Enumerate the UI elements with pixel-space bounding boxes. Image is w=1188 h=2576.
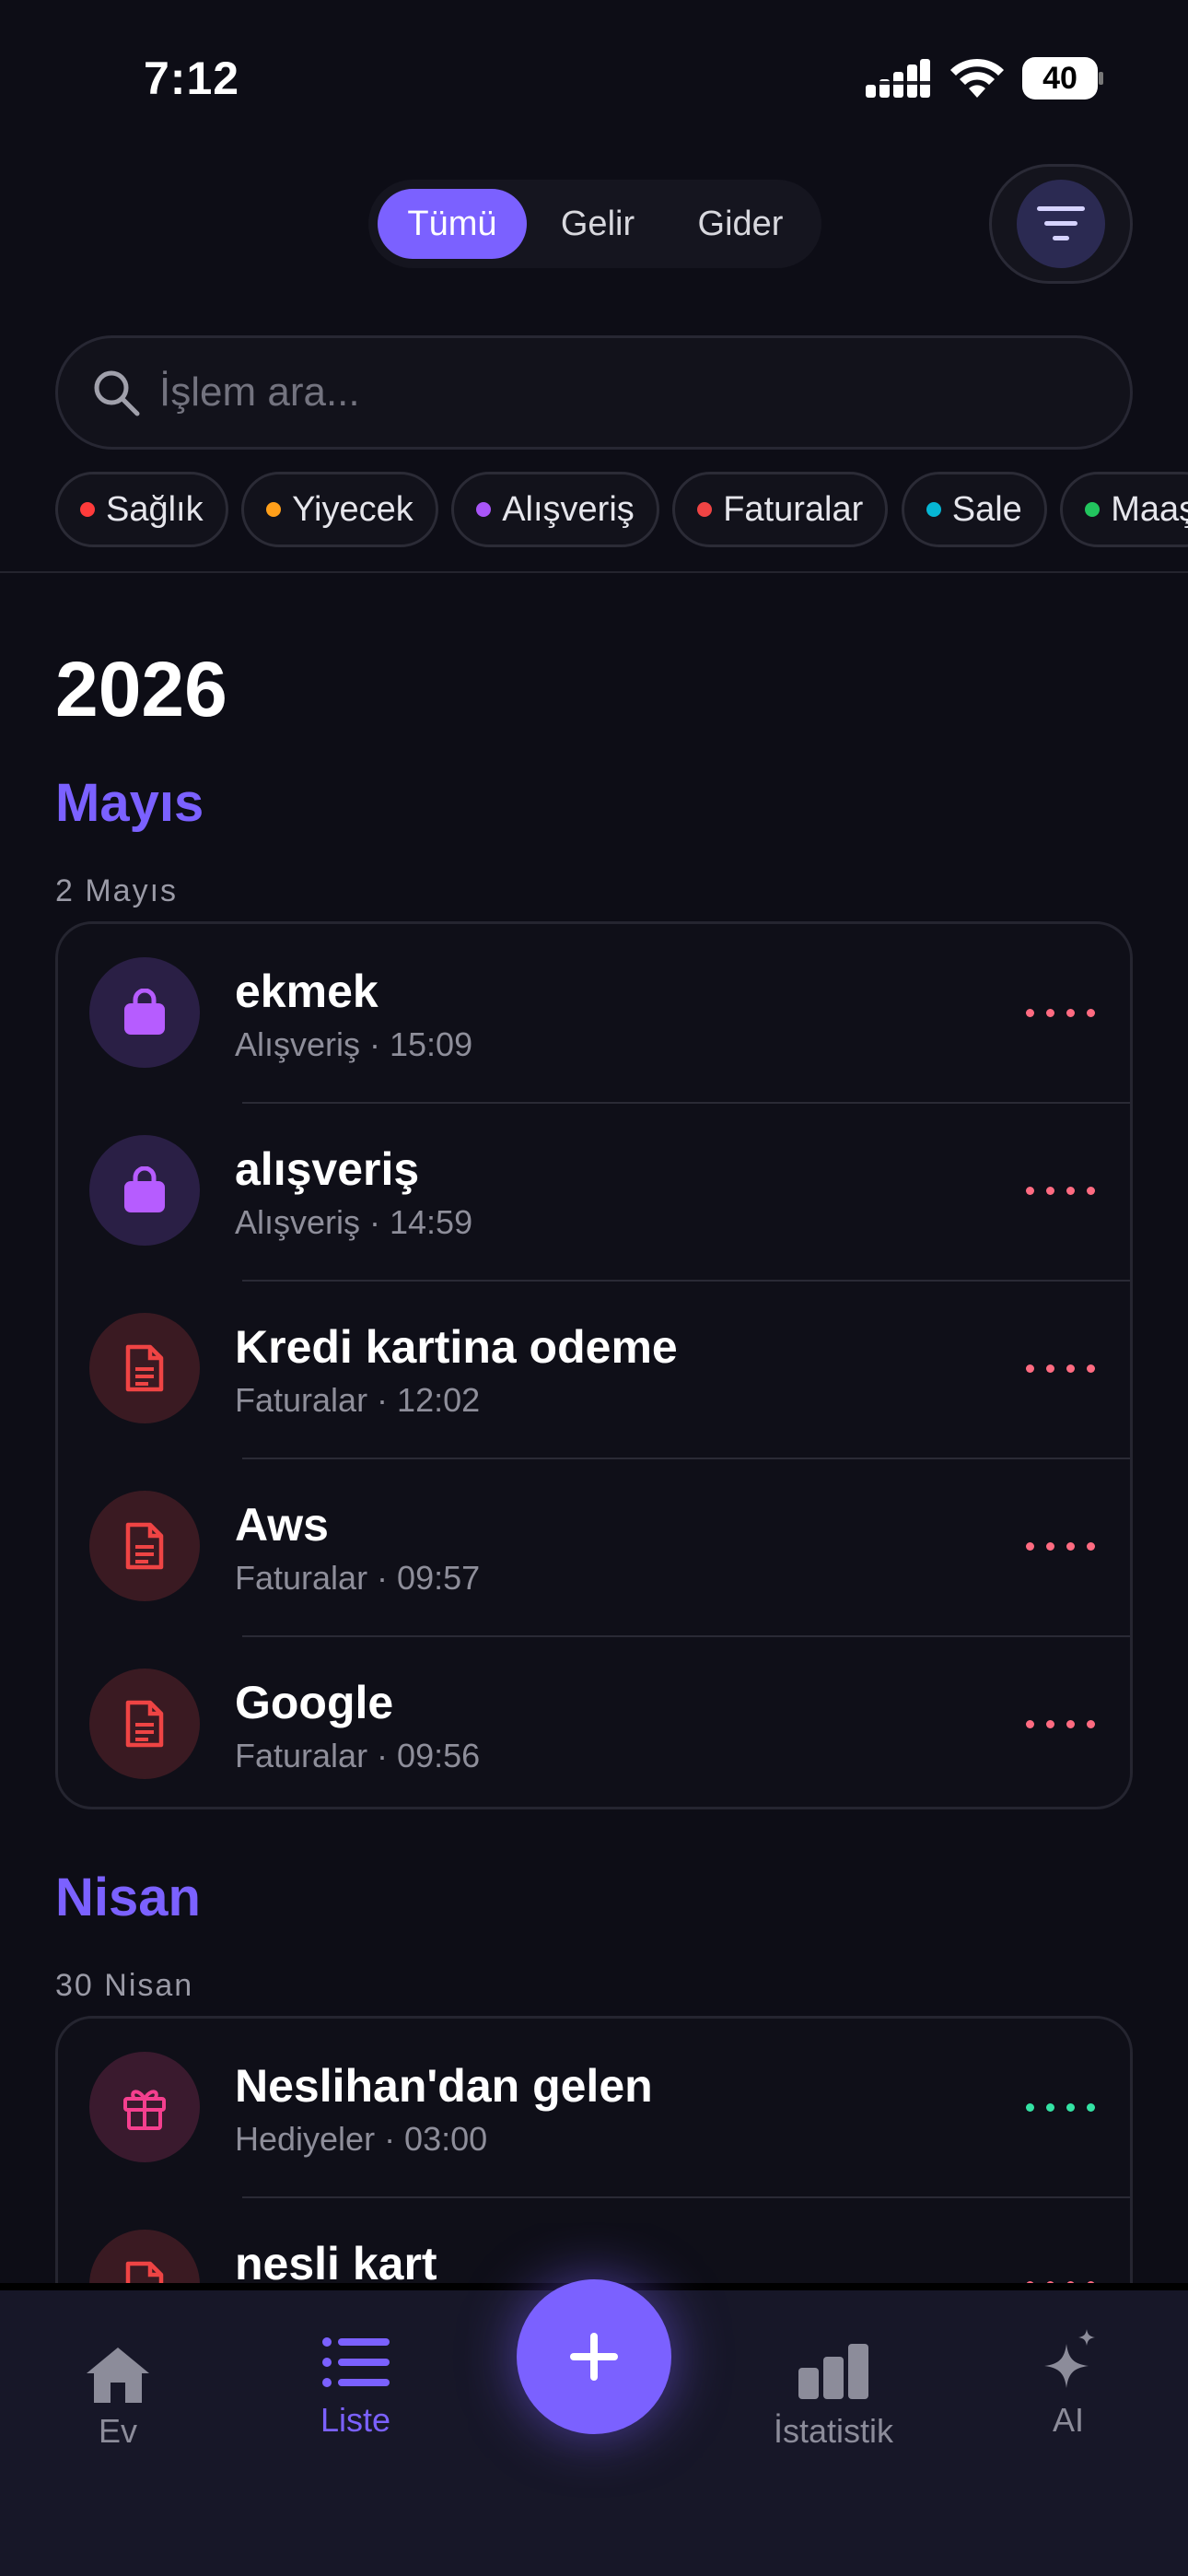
- add-transaction-button[interactable]: [517, 2279, 671, 2434]
- chip-dot: [697, 502, 713, 517]
- transaction-row[interactable]: alışveriş Alışveriş · 14:59: [58, 1102, 1130, 1280]
- chip-yiyecek[interactable]: Yiyecek: [241, 472, 438, 547]
- home-icon: [87, 2348, 149, 2403]
- expense-indicator: [1014, 1720, 1095, 1728]
- gift-icon: [89, 2052, 200, 2162]
- nav-stats-label: İstatistik: [773, 2412, 894, 2450]
- transaction-title: Kredi kartina odeme: [235, 1321, 678, 1373]
- expense-indicator: [1014, 1364, 1095, 1373]
- cellular-signal-icon: [866, 59, 930, 98]
- chip-saglik[interactable]: Sağlık: [55, 472, 228, 547]
- chip-label: Sale: [951, 489, 1022, 529]
- nav-ai-label: AI: [1052, 2401, 1084, 2439]
- document-icon: [89, 1491, 200, 1601]
- nav-home-label: Ev: [98, 2412, 137, 2450]
- sparkles-icon: [1044, 2329, 1095, 2388]
- chip-label: Sağlık: [106, 489, 204, 529]
- income-indicator: [1014, 2103, 1095, 2112]
- document-icon: [89, 1669, 200, 1779]
- expense-indicator: [1014, 1009, 1095, 1017]
- month-heading: Mayıs: [55, 773, 204, 833]
- chip-maas[interactable]: Maaş: [1060, 472, 1188, 547]
- segment-all[interactable]: Tümü: [378, 189, 527, 259]
- shopping-bag-icon: [89, 1135, 200, 1246]
- chip-label: Alışveriş: [502, 489, 635, 529]
- nav-ai[interactable]: AI: [1031, 2327, 1105, 2440]
- nav-stats[interactable]: İstatistik: [755, 2344, 912, 2451]
- transaction-row[interactable]: Kredi kartina odeme Faturalar · 12:02: [58, 1280, 1130, 1458]
- expense-indicator: [1014, 1542, 1095, 1551]
- segment-income[interactable]: Gelir: [527, 189, 669, 259]
- transaction-row[interactable]: Aws Faturalar · 09:57: [58, 1458, 1130, 1635]
- status-bar: 7:12 40: [0, 0, 1188, 157]
- plus-icon: [570, 2333, 618, 2381]
- header-divider: [0, 571, 1188, 573]
- chip-dot: [1085, 502, 1101, 517]
- transaction-row[interactable]: Neslihan'dan gelen Hediyeler · 03:00: [58, 2019, 1130, 2196]
- day-label: 2 Mayıs: [55, 873, 179, 908]
- shopping-bag-icon: [89, 957, 200, 1068]
- transaction-title: Google: [235, 1677, 394, 1728]
- chip-dot: [476, 502, 492, 517]
- wifi-icon: [950, 58, 1004, 98]
- month-heading: Nisan: [55, 1868, 201, 1927]
- battery-level: 40: [1022, 57, 1098, 100]
- chip-alisveris[interactable]: Alışveriş: [451, 472, 659, 547]
- nav-list[interactable]: Liste: [309, 2336, 402, 2440]
- filter-icon: [1037, 206, 1085, 240]
- chip-dot: [80, 502, 95, 517]
- transaction-row[interactable]: Google Faturalar · 09:56: [58, 1635, 1130, 1807]
- chip-dot: [266, 502, 282, 517]
- chip-label: Yiyecek: [292, 489, 413, 529]
- transaction-subtitle: Faturalar · 09:57: [235, 1559, 481, 1597]
- transaction-title: Aws: [235, 1499, 329, 1551]
- segment-expense[interactable]: Gider: [669, 189, 812, 259]
- expense-indicator: [1014, 1187, 1095, 1195]
- transaction-title: ekmek: [235, 966, 379, 1017]
- nav-list-label: Liste: [320, 2401, 391, 2439]
- year-heading: 2026: [55, 646, 227, 732]
- battery-icon: 40: [1022, 57, 1103, 100]
- search-input[interactable]: [159, 369, 988, 416]
- search-bar: [55, 335, 1133, 450]
- category-chips: Sağlık Yiyecek Alışveriş Faturalar Sale …: [55, 472, 1188, 551]
- transaction-row[interactable]: ekmek Alışveriş · 15:09: [58, 924, 1130, 1102]
- transaction-subtitle: Alışveriş · 15:09: [235, 1025, 473, 1063]
- chip-label: Maaş: [1111, 489, 1188, 529]
- filter-button[interactable]: [989, 164, 1133, 284]
- transaction-subtitle: Alışveriş · 14:59: [235, 1203, 473, 1241]
- chip-faturalar[interactable]: Faturalar: [672, 472, 889, 547]
- transaction-title: alışveriş: [235, 1143, 420, 1195]
- document-icon: [89, 1313, 200, 1423]
- chip-label: Faturalar: [723, 489, 864, 529]
- transaction-subtitle: Faturalar · 09:56: [235, 1737, 481, 1774]
- transaction-subtitle: Hediyeler · 03:00: [235, 2120, 488, 2158]
- chip-sale[interactable]: Sale: [901, 472, 1047, 547]
- transaction-subtitle: Faturalar · 12:02: [235, 1381, 481, 1419]
- transaction-title: Neslihan'dan gelen: [235, 2060, 653, 2112]
- bar-chart-icon: [798, 2344, 868, 2399]
- status-time: 7:12: [144, 53, 240, 104]
- search-icon: [94, 370, 140, 416]
- type-segmented-control: Tümü Gelir Gider: [368, 180, 821, 268]
- chip-dot: [926, 502, 941, 517]
- list-icon: [322, 2337, 390, 2387]
- transaction-card: ekmek Alışveriş · 15:09 alışveriş Alışve…: [55, 921, 1133, 1809]
- nav-home[interactable]: Ev: [81, 2344, 155, 2451]
- day-label: 30 Nisan: [55, 1968, 194, 2003]
